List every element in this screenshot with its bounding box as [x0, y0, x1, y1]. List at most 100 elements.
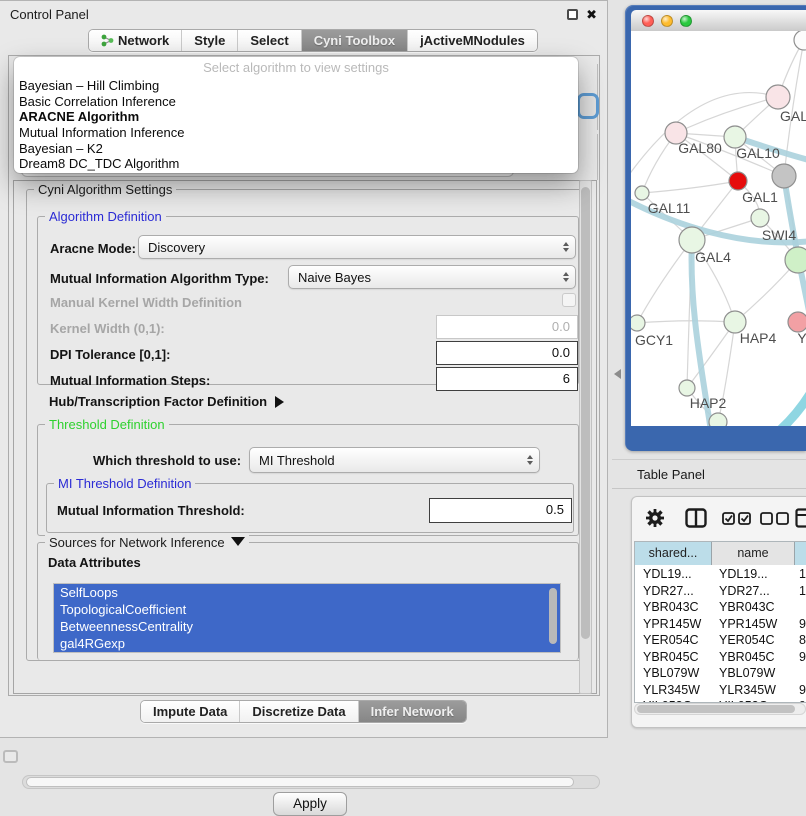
- data-attribute-item-betweennesscentrality[interactable]: BetweennessCentrality: [54, 618, 560, 635]
- node-table[interactable]: shared...name YDL19...YDL19...13YDR27...…: [634, 541, 806, 703]
- graph-node-gal11[interactable]: [635, 186, 649, 200]
- horizontal-scrollbar[interactable]: [22, 775, 600, 789]
- columns-icon[interactable]: [685, 508, 707, 528]
- mi-threshold-field[interactable]: 0.5: [429, 498, 572, 523]
- table-row[interactable]: YER054CYER054C8.: [635, 632, 806, 649]
- graph-node-label: HAP4: [740, 330, 777, 346]
- table-row[interactable]: YDL19...YDL19...13: [635, 566, 806, 583]
- data-attributes-label: Data Attributes: [48, 555, 141, 570]
- table-cell: YDL19...: [719, 566, 768, 583]
- table-row[interactable]: YDR27...YDR27...12: [635, 583, 806, 600]
- data-attribute-item-topologicalcoefficient[interactable]: TopologicalCoefficient: [54, 601, 560, 618]
- data-attributes-list[interactable]: SelfLoopsTopologicalCoefficientBetweenne…: [53, 583, 561, 653]
- algorithm-option-bayesian-hill-climbing[interactable]: Bayesian – Hill Climbing: [14, 78, 578, 94]
- algorithm-option-dream8-dc-tdc-algorithm[interactable]: Dream8 DC_TDC Algorithm: [14, 156, 578, 172]
- zoom-traffic-light-icon[interactable]: [680, 15, 692, 27]
- select-unchecked-icon[interactable]: [760, 512, 790, 525]
- graph-node-label: HAP2: [690, 395, 727, 411]
- algorithm-option-basic-correlation-inference[interactable]: Basic Correlation Inference: [14, 94, 578, 110]
- kernel-width-label: Kernel Width (0,1):: [50, 321, 165, 336]
- gear-icon[interactable]: [645, 508, 665, 528]
- kernel-width-field[interactable]: 0.0: [436, 315, 578, 339]
- tab-cyni-toolbox[interactable]: Cyni Toolbox: [302, 30, 408, 51]
- float-window-icon[interactable]: [567, 9, 578, 20]
- algorithm-option-mutual-information-inference[interactable]: Mutual Information Inference: [14, 125, 578, 141]
- mi-steps-field[interactable]: 6: [436, 367, 578, 391]
- table-row[interactable]: YPR145WYPR145W9.: [635, 616, 806, 633]
- corner-widget-icon[interactable]: [3, 750, 18, 763]
- which-threshold-combo[interactable]: MI Threshold: [249, 447, 540, 473]
- manual-kernel-label: Manual Kernel Width Definition: [50, 295, 242, 310]
- split-pane-collapse-icon[interactable]: [614, 369, 621, 379]
- graph-node-gal[interactable]: [766, 85, 790, 109]
- graph-node-label: GAL1: [742, 189, 778, 205]
- algorithm-option-aracne-algorithm[interactable]: ARACNE Algorithm: [14, 109, 578, 125]
- column-header-2[interactable]: [795, 542, 806, 565]
- inference-algorithm-combo-fragment[interactable]: [577, 93, 599, 119]
- export-table-icon[interactable]: [795, 508, 806, 528]
- table-row[interactable]: YBR043C YBR043C: [635, 599, 806, 616]
- cyni-algorithm-settings-group: Cyni Algorithm Settings Algorithm Defini…: [26, 189, 584, 661]
- sources-title-text: Sources for Network Inference: [49, 535, 225, 550]
- graph-node-swi4[interactable]: [785, 247, 806, 273]
- graph-node-gal1[interactable]: [751, 209, 769, 227]
- table-row[interactable]: YBR045C YBR045C 9.: [635, 649, 806, 666]
- table-cell: YDL19...: [643, 566, 692, 583]
- table-cell: YBR043C: [719, 599, 775, 616]
- aracne-mode-combo[interactable]: Discovery: [138, 235, 576, 259]
- algorithm-definition-group: Algorithm Definition Aracne Mode: Discov…: [37, 216, 579, 385]
- tab-label: Infer Network: [371, 704, 454, 719]
- dpi-tolerance-field[interactable]: 0.0: [436, 341, 578, 365]
- tab-jactivemnodules[interactable]: jActiveMNodules: [408, 30, 537, 51]
- table-panel-window: shared...name YDL19...YDL19...13YDR27...…: [631, 496, 806, 728]
- network-canvas[interactable]: GALGAL80GAL10GAL11GAL1SWI4GAL4GCY1HAP4YH…: [631, 31, 806, 426]
- network-window-titlebar[interactable]: [631, 10, 806, 31]
- table-cell: YBL079W: [643, 665, 699, 682]
- group-title: Cyni Algorithm Settings: [34, 182, 176, 197]
- table-row[interactable]: YBL079W YBL079W: [635, 665, 806, 682]
- manual-kernel-checkbox[interactable]: [562, 293, 576, 307]
- sources-group-title[interactable]: Sources for Network Inference: [45, 535, 249, 550]
- table-panel-titlebar: Table Panel: [612, 459, 806, 489]
- tab-discretize-data[interactable]: Discretize Data: [240, 701, 358, 722]
- list-scrollbar-thumb[interactable]: [549, 588, 557, 644]
- vertical-scrollbar[interactable]: [579, 180, 592, 694]
- data-attribute-item-gal4rgexp[interactable]: gal4RGexp: [54, 635, 560, 652]
- tab-impute-data[interactable]: Impute Data: [141, 701, 240, 722]
- tab-infer-network[interactable]: Infer Network: [359, 701, 466, 722]
- tab-select[interactable]: Select: [238, 30, 301, 51]
- graph-node[interactable]: [729, 172, 747, 190]
- data-attribute-item-selfloops[interactable]: SelfLoops: [54, 584, 560, 601]
- close-icon[interactable]: ✖: [586, 9, 597, 20]
- close-traffic-light-icon[interactable]: [642, 15, 654, 27]
- table-horizontal-scrollbar[interactable]: [634, 703, 806, 715]
- table-cell: YBL079W: [719, 665, 775, 682]
- expanded-arrow-icon: [231, 537, 245, 546]
- graph-node[interactable]: [794, 31, 806, 50]
- table-cell: YBR045C: [643, 649, 699, 666]
- tab-style[interactable]: Style: [182, 30, 238, 51]
- graph-node-y[interactable]: [788, 312, 806, 332]
- table-row[interactable]: YLR345WYLR345W9.: [635, 682, 806, 699]
- tab-network[interactable]: Network: [89, 30, 182, 51]
- mi-type-combo[interactable]: Naive Bayes: [288, 265, 576, 289]
- minimize-traffic-light-icon[interactable]: [661, 15, 673, 27]
- hub-section-toggle[interactable]: Hub/Transcription Factor Definition: [49, 394, 284, 409]
- column-header-name[interactable]: name: [712, 542, 795, 565]
- table-cell: YBR045C: [719, 649, 775, 666]
- graph-node[interactable]: [709, 413, 727, 426]
- graph-node-hap2[interactable]: [679, 380, 695, 396]
- which-threshold-value: MI Threshold: [259, 453, 335, 468]
- table-cell: 9.: [799, 649, 806, 666]
- select-checked-icon[interactable]: [722, 512, 752, 525]
- dpi-tolerance-label: DPI Tolerance [0,1]:: [50, 347, 170, 362]
- algorithm-option-bayesian-k2[interactable]: Bayesian – K2: [14, 141, 578, 157]
- graph-node-gcy1[interactable]: [631, 315, 645, 331]
- apply-button[interactable]: Apply: [273, 792, 347, 816]
- table-cell: YBR043C: [643, 599, 699, 616]
- graph-node[interactable]: [772, 164, 796, 188]
- column-header-shared[interactable]: shared...: [635, 542, 712, 565]
- aracne-mode-label: Aracne Mode:: [50, 241, 136, 256]
- stepper-icon: [563, 242, 569, 252]
- control-panel-titlebar: Control Panel ✖: [0, 1, 607, 27]
